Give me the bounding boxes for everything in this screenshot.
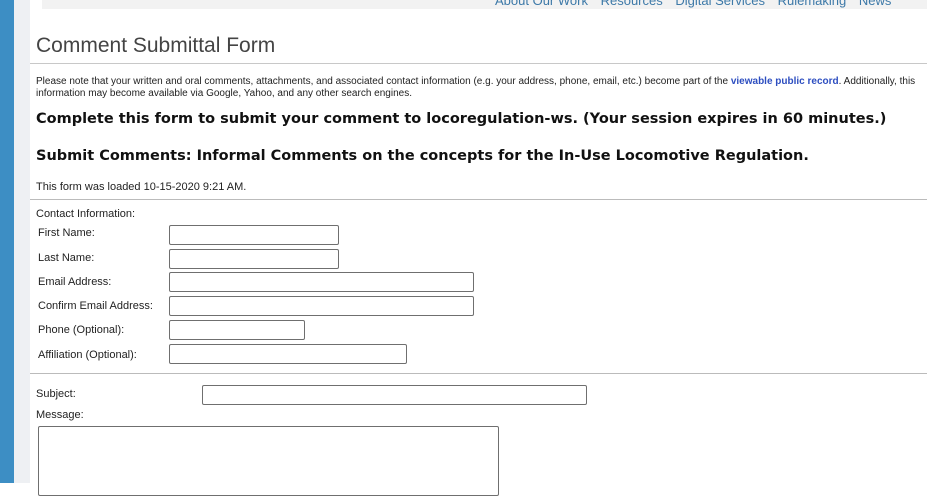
contact-section-divider	[30, 199, 927, 200]
confirm-email-label: Confirm Email Address:	[38, 300, 153, 312]
comment-section-divider	[30, 373, 927, 374]
nav-link-digital-services[interactable]: Digital Services	[675, 0, 765, 8]
last-name-field[interactable]	[169, 249, 339, 269]
submit-comments-heading: Submit Comments: Informal Comments on th…	[36, 148, 809, 164]
email-field[interactable]	[169, 272, 474, 292]
subject-field[interactable]	[202, 385, 587, 405]
nav-link-news[interactable]: News	[859, 0, 892, 8]
top-nav: About Our Work Resources Digital Service…	[495, 0, 900, 8]
first-name-label: First Name:	[38, 227, 95, 239]
confirm-email-field[interactable]	[169, 296, 474, 316]
title-divider	[30, 63, 927, 64]
nav-link-rulemaking[interactable]: Rulemaking	[778, 0, 847, 8]
viewable-public-record-link[interactable]: viewable public record	[731, 76, 839, 87]
affiliation-label: Affiliation (Optional):	[38, 349, 137, 361]
notice-text-start: Please note that your written and oral c…	[36, 76, 731, 87]
privacy-notice: Please note that your written and oral c…	[36, 76, 926, 100]
form-loaded-timestamp: This form was loaded 10-15-2020 9:21 AM.	[36, 181, 247, 193]
phone-field[interactable]	[169, 320, 305, 340]
email-label: Email Address:	[38, 276, 112, 288]
page-title: Comment Submittal Form	[36, 34, 276, 57]
last-name-label: Last Name:	[38, 252, 95, 264]
message-textarea[interactable]	[38, 426, 499, 496]
left-gutter	[14, 0, 30, 483]
contact-info-label: Contact Information:	[36, 208, 136, 220]
message-label: Message:	[36, 409, 84, 421]
first-name-field[interactable]	[169, 225, 339, 245]
affiliation-field[interactable]	[169, 344, 407, 364]
nav-link-about[interactable]: About Our Work	[495, 0, 588, 8]
instructions-heading: Complete this form to submit your commen…	[36, 111, 887, 127]
subject-label: Subject:	[36, 388, 76, 400]
phone-label: Phone (Optional):	[38, 324, 125, 336]
nav-link-resources[interactable]: Resources	[601, 0, 663, 8]
left-accent-bar	[0, 0, 14, 483]
